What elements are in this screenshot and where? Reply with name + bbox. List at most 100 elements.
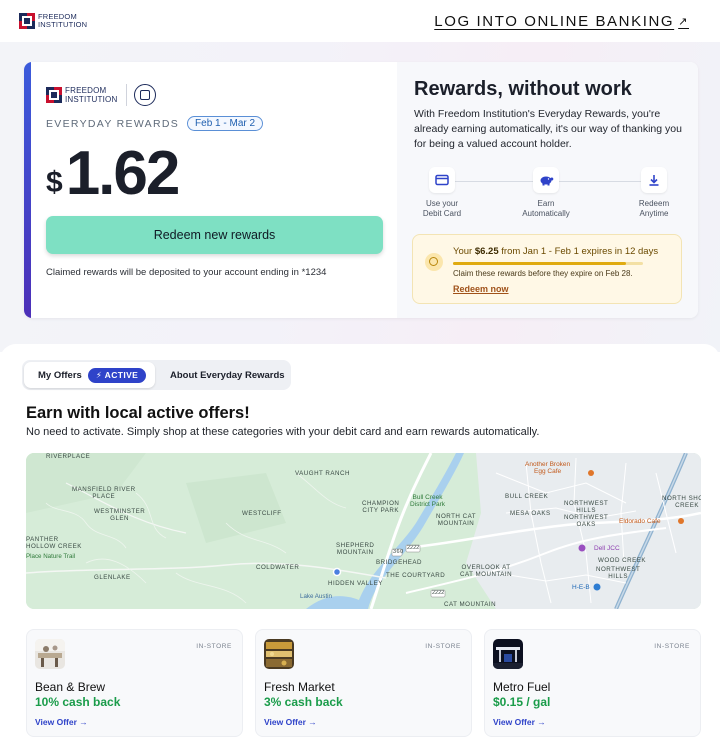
map-poi[interactable]: Another Broken Egg Cafe	[525, 461, 570, 475]
flag-icon	[46, 87, 62, 103]
step-label: Redeem	[638, 199, 670, 208]
view-offer-link[interactable]: View Offer →	[493, 717, 546, 727]
arrow-right-icon: →	[537, 717, 546, 727]
view-offer-link[interactable]: View Offer →	[35, 717, 88, 727]
map-label: MANSFIELD RIVER PLACE	[72, 486, 136, 500]
expiry-message: Your $6.25 from Jan 1 - Feb 1 expires in…	[453, 246, 658, 257]
offer-card-metro-fuel[interactable]: IN-STORE Metro Fuel $0.15 / gal View Off…	[484, 629, 701, 737]
step-label: Use your	[425, 199, 458, 208]
rewards-balance-panel: Freedom Institution EVERYDAY REWARDS Feb…	[31, 62, 397, 318]
map-label: VAUGHT RANCH	[295, 470, 350, 477]
route-shield: 2222	[407, 545, 420, 551]
map-label: RIVERPLACE	[46, 453, 91, 460]
offer-reward: 3% cash back	[264, 695, 343, 709]
map-label: SHEPHERD MOUNTAIN	[336, 542, 375, 556]
login-label: LOG INTO ONLINE BANKING	[434, 13, 675, 30]
clock-icon	[425, 253, 443, 271]
map-label: NORTHWEST HILLS	[596, 566, 641, 580]
download-icon	[641, 167, 667, 193]
info-description: With Freedom Institution's Everyday Rewa…	[414, 108, 682, 150]
map-label: Lake Austin	[300, 593, 332, 600]
steps: Use your Debit Card Earn Automatically R…	[407, 167, 690, 227]
step-label: Earn	[537, 199, 555, 208]
info-title: Rewards, without work	[414, 78, 632, 100]
offer-tag: IN-STORE	[654, 643, 690, 650]
expiry-suffix: from Jan 1 - Feb 1 expires in 12 days	[501, 246, 659, 257]
offer-reward: $0.15 / gal	[493, 695, 551, 709]
map-label: NORTHWEST HILLS NORTHWEST OAKS	[564, 500, 609, 528]
step-label: Anytime	[639, 209, 669, 218]
offer-card-fresh-market[interactable]: IN-STORE Fresh Market 3% cash back View …	[255, 629, 472, 737]
lightning-icon: ⚡	[95, 369, 103, 380]
gas-station-thumbnail	[493, 639, 523, 669]
map-label: NORTH CAT MOUNTAIN	[436, 513, 477, 527]
expiry-progress-fill	[453, 262, 626, 265]
offers-map[interactable]: RIVERPLACE VAUGHT RANCH MANSFIELD RIVER …	[26, 453, 701, 609]
map-label: THE COURTYARD	[386, 572, 446, 579]
map-label: Bull Creek District Park	[410, 494, 446, 508]
logo-line1: Freedom	[65, 86, 107, 95]
expiring-rewards-alert: Your $6.25 from Jan 1 - Feb 1 expires in…	[412, 234, 682, 304]
tab-my-offers[interactable]: My Offers ⚡ ACTIVE	[24, 362, 155, 388]
view-offer-label: View Offer	[35, 717, 77, 727]
arrow-right-icon: →	[308, 717, 317, 727]
map-poi[interactable]: Eldorado Cafe	[619, 518, 661, 525]
expiry-prefix: Your	[453, 246, 473, 257]
date-range-pill: Feb 1 - Mar 2	[187, 116, 264, 131]
brand-row: Freedom Institution	[46, 84, 157, 106]
offers-section: My Offers ⚡ ACTIVE About Everyday Reward…	[0, 344, 720, 750]
step-earn: Earn Automatically	[511, 167, 581, 219]
map-label: BULL CREEK	[505, 493, 549, 500]
map-label: NORTH SHOAL CREEK	[662, 495, 701, 509]
section-title: Earn with local active offers!	[26, 404, 250, 422]
tab-label: My Offers	[38, 369, 82, 381]
logo-line2: Institution	[38, 20, 88, 29]
freedom-institution-logo[interactable]: Freedom Institution	[19, 13, 87, 29]
login-online-banking-link[interactable]: LOG INTO ONLINE BANKING ↗	[434, 13, 689, 30]
view-offer-label: View Offer	[264, 717, 306, 727]
expiry-subtext: Claim these rewards before they expire o…	[453, 269, 633, 278]
expiry-progress-bar	[453, 262, 643, 265]
program-row: EVERYDAY REWARDS Feb 1 - Mar 2	[46, 116, 264, 131]
tab-about-everyday-rewards[interactable]: About Everyday Rewards	[170, 362, 285, 388]
flag-icon	[19, 13, 35, 29]
map-label: WESTMINSTER GLEN	[94, 508, 146, 522]
map-label: WESTCLIFF	[242, 510, 282, 517]
divider	[126, 84, 128, 106]
map-poi[interactable]: Dell JCC	[594, 545, 620, 552]
logo-line2: Institution	[65, 95, 118, 104]
claim-note: Claimed rewards will be deposited to you…	[46, 267, 327, 278]
map-label: CAT MOUNTAIN	[444, 601, 497, 608]
map-label: BRIDGEHEAD	[376, 559, 422, 566]
active-badge-label: ACTIVE	[104, 369, 139, 380]
map-label: MESA OAKS	[510, 510, 551, 517]
map-label: OVERLOOK AT CAT MOUNTAIN	[460, 564, 513, 578]
map-label: HIDDEN VALLEY	[328, 580, 383, 587]
map-label: WOOD CREEK	[598, 557, 646, 564]
tab-label: About Everyday Rewards	[170, 369, 285, 381]
offer-reward: 10% cash back	[35, 695, 121, 709]
view-offer-label: View Offer	[493, 717, 535, 727]
rewards-card: Freedom Institution EVERYDAY REWARDS Feb…	[24, 62, 698, 318]
map-label: Place Nature Trail	[26, 553, 76, 560]
rewards-amount: $ 1.62	[46, 142, 180, 206]
credit-card-icon	[429, 167, 455, 193]
accent-bar	[24, 62, 31, 318]
coffee-shop-thumbnail	[35, 639, 65, 669]
step-label: Debit Card	[422, 209, 462, 218]
redeem-rewards-button[interactable]: Redeem new rewards	[46, 216, 383, 254]
program-name: EVERYDAY REWARDS	[46, 117, 180, 130]
view-offer-link[interactable]: View Offer →	[264, 717, 317, 727]
map-label: GLENLAKE	[94, 574, 131, 581]
top-bar: Freedom Institution LOG INTO ONLINE BANK…	[0, 0, 720, 42]
offer-name: Bean & Brew	[35, 680, 106, 694]
map-label: PANTHER HOLLOW CREEK	[26, 536, 82, 550]
route-shield: 2222	[432, 590, 445, 596]
map-poi[interactable]: H-E-B	[572, 584, 590, 591]
step-use-card: Use your Debit Card	[407, 167, 477, 219]
offers-tabs: My Offers ⚡ ACTIVE About Everyday Reward…	[22, 360, 291, 390]
redeem-now-link[interactable]: Redeem now	[453, 284, 509, 294]
rewards-info-panel: Rewards, without work With Freedom Insti…	[397, 62, 698, 318]
offer-card-bean-brew[interactable]: IN-STORE Bean & Brew 10% cash back View …	[26, 629, 243, 737]
bank-seal-icon	[134, 84, 157, 106]
